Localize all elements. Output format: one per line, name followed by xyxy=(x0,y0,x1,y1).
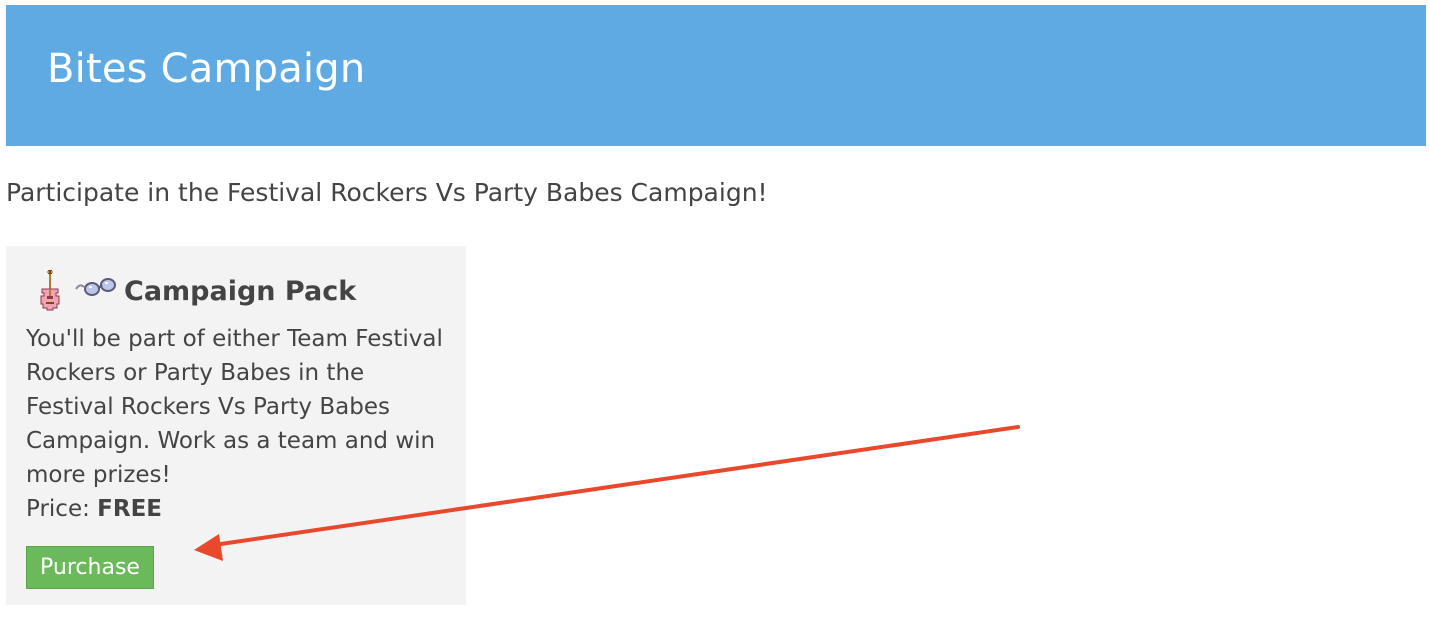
header-banner: Bites Campaign xyxy=(6,5,1426,146)
page-title: Bites Campaign xyxy=(47,46,366,92)
price-label: Price: xyxy=(26,496,90,522)
guitar-icon xyxy=(40,270,60,311)
price-value: FREE xyxy=(97,496,163,522)
campaign-pack-card: Campaign Pack You'll be part of either T… xyxy=(6,246,466,605)
price-row: Price: FREE xyxy=(26,494,162,524)
glasses-icon xyxy=(75,278,116,296)
page: Bites Campaign Participate in the Festiv… xyxy=(0,0,1430,618)
purchase-button[interactable]: Purchase xyxy=(26,546,154,589)
pack-description: You'll be part of either Team Festival R… xyxy=(26,326,443,488)
pack-title-row: Campaign Pack xyxy=(32,266,356,316)
intro-text: Participate in the Festival Rockers Vs P… xyxy=(6,178,768,207)
pack-title: Campaign Pack xyxy=(124,275,357,307)
